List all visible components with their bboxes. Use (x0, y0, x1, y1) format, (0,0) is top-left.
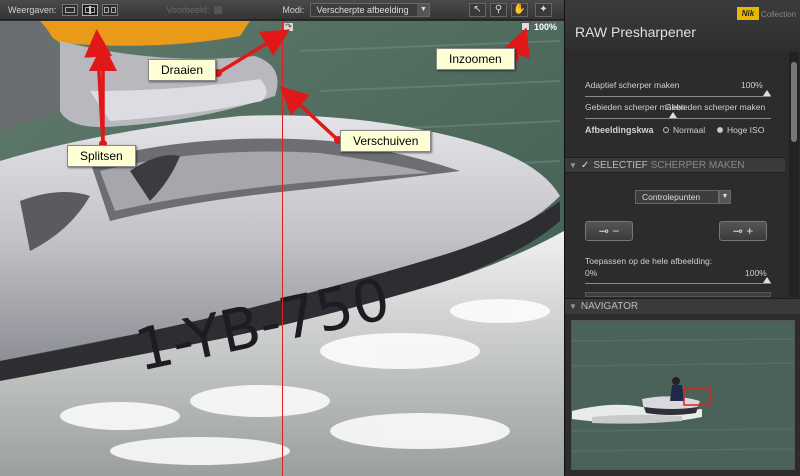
panel-header: Nik Collection RAW Presharpener (565, 0, 800, 50)
collapse-triangle-icon: ▼ (569, 161, 577, 170)
hand-tool-button[interactable]: ✋ (511, 3, 528, 17)
adaptief-slider[interactable] (585, 96, 771, 97)
adaptief-value: 100% (741, 80, 763, 90)
rotate-handle[interactable]: ↷ (283, 22, 294, 32)
navigator-header[interactable]: ▼ NAVIGATOR (565, 298, 800, 314)
callout-verschuiven: Verschuiven (340, 130, 432, 152)
toepassen-label: Toepassen op de hele afbeelding: (585, 256, 713, 266)
chevron-down-icon: ▼ (719, 190, 731, 204)
callout-inzoomen: Inzoomen (436, 48, 515, 70)
callout-splitsen: Splitsen (67, 145, 136, 167)
radio-normaal[interactable] (663, 127, 669, 133)
voorbeeld-checkbox[interactable] (214, 5, 223, 14)
toepassen-slider[interactable] (585, 283, 771, 284)
selectief-section-header[interactable]: ▼ ✓ SELECTIEF SCHERPER MAKEN (565, 157, 785, 173)
radio-hoge-iso[interactable] (717, 127, 723, 133)
panel-title: RAW Presharpener (575, 24, 696, 40)
view-side-by-side-button[interactable] (102, 3, 119, 16)
weergaven-label: Weergaven: (8, 4, 57, 15)
checkbox-check-icon[interactable]: ✓ (581, 158, 589, 173)
navigator-preview[interactable] (571, 320, 795, 470)
nik-logo: Nik (737, 7, 759, 20)
pointer-icon: ↖ (473, 4, 482, 15)
hoge-iso-label: Hoge ISO (727, 125, 765, 135)
callout-draaien: Draaien (148, 59, 217, 81)
pin-icon: ✦ (539, 4, 548, 15)
modi-select[interactable]: Verscherpte afbeelding ▼ (310, 2, 431, 17)
view-single-button[interactable] (62, 3, 79, 16)
zoom-tool-button[interactable]: ⚲ (490, 3, 507, 17)
chevron-down-icon: ▼ (417, 3, 430, 16)
gebieden-slider[interactable] (585, 118, 771, 119)
kwaliteit-label: Afbeeldingskwa (585, 125, 654, 135)
zoom-icon: ⚲ (494, 4, 503, 15)
pipette-icon: ⊸ (598, 224, 609, 238)
view-split-button[interactable] (82, 3, 99, 16)
settings-panel: Nik Collection RAW Presharpener Adaptief… (564, 0, 800, 476)
controlepunten-select[interactable]: Controlepunten ▼ (635, 190, 731, 204)
rotate-icon: ↷ (285, 22, 292, 31)
toepassen-min: 0% (585, 268, 598, 278)
toepassen-slider-thumb[interactable] (763, 277, 771, 283)
sharpen-section: Adaptief scherper maken 100% Gebieden sc… (577, 58, 775, 148)
gebieden-slider-thumb[interactable] (669, 112, 677, 118)
pointer-tool-button[interactable]: ↖ (469, 3, 486, 17)
navigator-thumbnail (572, 321, 794, 469)
zoom-toggle-icon[interactable] (521, 22, 530, 31)
normaal-label: Normaal (673, 125, 706, 135)
modi-label: Modi: (282, 4, 305, 15)
pipette-minus-button[interactable]: ⊸ − (585, 221, 633, 241)
app-window: Weergaven: Voorbeeld: Modi: Verscherpte … (0, 0, 800, 476)
adaptief-label: Adaptief scherper maken (585, 80, 680, 90)
adaptief-slider-thumb[interactable] (763, 90, 771, 96)
gebieden-overlap-label: Gebieden scherper maken (665, 102, 766, 112)
panel-scrollbar[interactable] (789, 52, 799, 297)
pin-tool-button[interactable]: ✦ (535, 3, 552, 17)
collapse-triangle-icon: ▼ (569, 302, 577, 311)
zoom-level: 100% (534, 22, 558, 32)
partial-control-row (585, 292, 771, 297)
scrollbar-knob[interactable] (791, 62, 797, 142)
split-line-handle[interactable] (282, 21, 283, 476)
hand-icon: ✋ (513, 4, 526, 15)
logo-collection: Collection (761, 10, 797, 19)
voorbeeld-label: Voorbeeld: (166, 5, 223, 15)
single-view-icon (65, 6, 76, 13)
pipette-icon: ⊸ (732, 224, 743, 238)
pipette-plus-button[interactable]: ⊸ + (719, 221, 767, 241)
side-by-side-icon (104, 6, 110, 13)
